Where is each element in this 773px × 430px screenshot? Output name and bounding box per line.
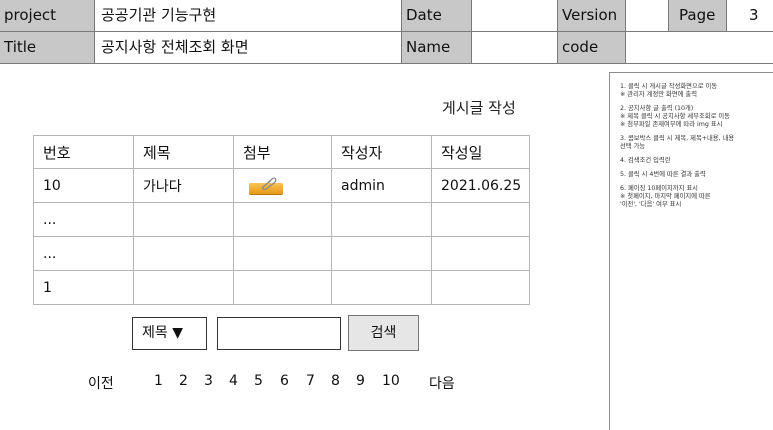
cell-attachment bbox=[233, 236, 332, 271]
table-row[interactable]: 1 bbox=[33, 270, 530, 305]
write-post-link[interactable]: 게시글 작성 bbox=[442, 97, 516, 118]
name-label: Name bbox=[402, 32, 472, 64]
cell-title-link[interactable] bbox=[133, 202, 234, 237]
title-label: Title bbox=[0, 32, 95, 64]
cell-attachment bbox=[233, 202, 332, 237]
table-header-row: 번호 제목 첨부 작성자 작성일 bbox=[33, 135, 530, 169]
project-label: project bbox=[0, 0, 95, 32]
page-link-9[interactable]: 9 bbox=[356, 373, 365, 389]
page-link-10[interactable]: 10 bbox=[382, 373, 400, 389]
cell-date: 2021.06.25 bbox=[431, 168, 530, 203]
pagination-next[interactable]: 다음 bbox=[429, 373, 455, 393]
cell-title-link[interactable] bbox=[133, 236, 234, 271]
project-value: 공공기관 기능구현 bbox=[95, 0, 402, 32]
column-header-author: 작성자 bbox=[331, 135, 432, 169]
page-link-6[interactable]: 6 bbox=[280, 373, 289, 389]
note-3: 3. 콤보박스 클릭 시 제목, 제목+내용, 내용 선택 가능 bbox=[620, 135, 735, 150]
cell-date bbox=[431, 202, 530, 237]
note-2: 2. 공지사항 글 출력 (10개) ※ 제목 클릭 시 공지사항 세부조회로 … bbox=[620, 105, 730, 128]
note-1: 1. 클릭 시 게시글 작성화면으로 이동 ※ 관리자 계정만 화면에 출력 bbox=[620, 83, 718, 98]
page-link-3[interactable]: 3 bbox=[204, 373, 213, 389]
note-4: 4. 검색조건 입력란 bbox=[620, 157, 671, 164]
search-button[interactable]: 검색 bbox=[348, 315, 419, 351]
cell-attachment bbox=[233, 168, 332, 203]
cell-number: ... bbox=[33, 202, 134, 237]
page-label: Page bbox=[669, 0, 727, 32]
version-value bbox=[626, 0, 669, 32]
column-header-number: 번호 bbox=[33, 135, 134, 169]
page-link-2[interactable]: 2 bbox=[179, 373, 188, 389]
cell-number: ... bbox=[33, 236, 134, 271]
code-value bbox=[626, 32, 773, 64]
code-label: code bbox=[558, 32, 626, 64]
cell-author bbox=[331, 202, 432, 237]
page-link-8[interactable]: 8 bbox=[331, 373, 340, 389]
cell-attachment bbox=[233, 270, 332, 305]
cell-date bbox=[431, 236, 530, 271]
cell-number: 1 bbox=[33, 270, 134, 305]
pagination-prev[interactable]: 이전 bbox=[88, 373, 114, 393]
version-label: Version bbox=[558, 0, 626, 32]
cell-author bbox=[331, 236, 432, 271]
spec-header: project 공공기관 기능구현 Date Version Page 3 Ti… bbox=[0, 0, 773, 64]
note-5: 5. 클릭 시 4번에 따른 결과 출력 bbox=[620, 171, 706, 178]
date-value bbox=[472, 0, 558, 32]
table-row[interactable]: ... bbox=[33, 236, 530, 271]
paperclip-icon[interactable] bbox=[249, 176, 283, 195]
notice-table: 번호 제목 첨부 작성자 작성일 10 가나다 admin 2021.06.25… bbox=[33, 135, 530, 305]
column-header-attachment: 첨부 bbox=[233, 135, 332, 169]
note-6: 6. 페이징 10페이지까지 표시 ※ 첫페이지, 마지막 페이지에 따른 '이… bbox=[620, 185, 711, 208]
cell-author bbox=[331, 270, 432, 305]
column-header-title: 제목 bbox=[133, 135, 234, 169]
table-row[interactable]: 10 가나다 admin 2021.06.25 bbox=[33, 168, 530, 203]
page-link-4[interactable]: 4 bbox=[229, 373, 238, 389]
cell-number: 10 bbox=[33, 168, 134, 203]
page-value: 3 bbox=[727, 0, 773, 32]
cell-date bbox=[431, 270, 530, 305]
cell-title-link[interactable]: 가나다 bbox=[133, 168, 234, 203]
page-link-1[interactable]: 1 bbox=[154, 373, 163, 389]
name-value bbox=[472, 32, 558, 64]
spec-notes-panel: 1. 클릭 시 게시글 작성화면으로 이동 ※ 관리자 계정만 화면에 출력 2… bbox=[609, 72, 773, 430]
title-value: 공지사항 전체조회 화면 bbox=[95, 32, 402, 64]
page-link-5[interactable]: 5 bbox=[254, 373, 263, 389]
search-input[interactable] bbox=[217, 317, 341, 350]
table-row[interactable]: ... bbox=[33, 202, 530, 237]
column-header-date: 작성일 bbox=[431, 135, 530, 169]
page-link-7[interactable]: 7 bbox=[306, 373, 315, 389]
search-type-select[interactable]: 제목 ▼ bbox=[132, 317, 207, 350]
cell-author: admin bbox=[331, 168, 432, 203]
cell-title-link[interactable] bbox=[133, 270, 234, 305]
date-label: Date bbox=[402, 0, 472, 32]
